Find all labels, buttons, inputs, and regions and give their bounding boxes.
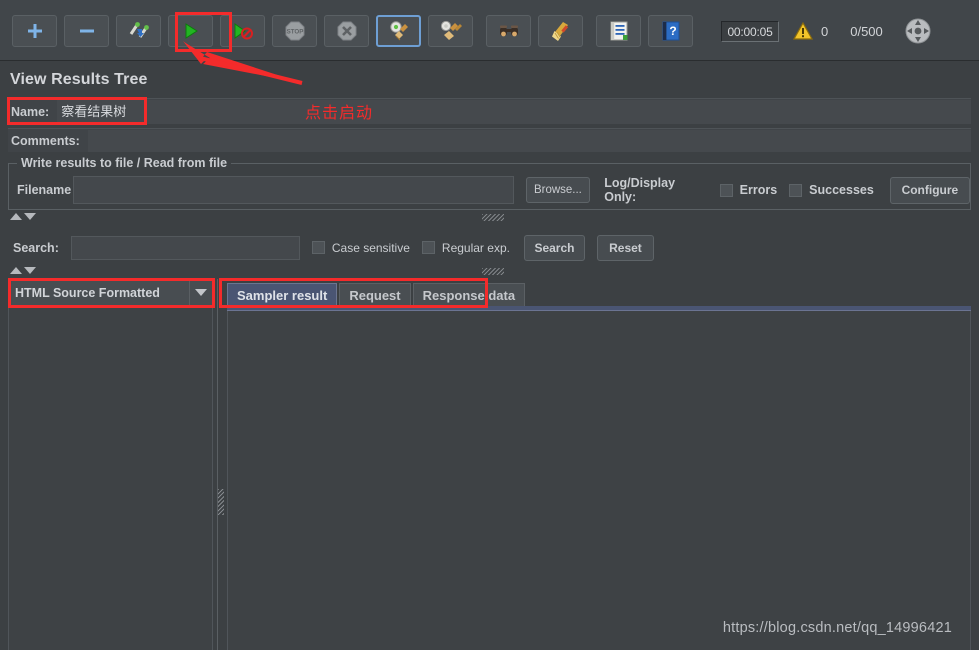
stop-icon: STOP bbox=[284, 20, 306, 42]
svg-text:STOP: STOP bbox=[286, 29, 303, 36]
end-icon bbox=[903, 16, 933, 46]
help-icon: ? bbox=[660, 20, 682, 42]
toolbar-remove-button[interactable] bbox=[64, 15, 109, 47]
errors-checkbox[interactable] bbox=[719, 183, 733, 197]
toolbar-shutdown-button[interactable] bbox=[324, 15, 369, 47]
shutdown-icon bbox=[336, 20, 358, 42]
renderer-combobox[interactable]: HTML Source Formatted bbox=[9, 280, 212, 306]
toolbar-add-button[interactable] bbox=[12, 15, 57, 47]
successes-checkbox[interactable] bbox=[789, 183, 803, 197]
sampler-detail-pane: Sampler result Request Response data htt… bbox=[227, 279, 971, 650]
split-collapse-arrows-bottom[interactable] bbox=[10, 267, 36, 274]
split-collapse-arrows-top[interactable] bbox=[10, 213, 36, 220]
name-row: Name: bbox=[8, 98, 971, 124]
write-results-group-title: Write results to file / Read from file bbox=[17, 156, 232, 170]
toolbar-start-button[interactable] bbox=[168, 15, 213, 47]
add-icon bbox=[25, 21, 45, 41]
successes-checkbox-wrap[interactable]: Successes bbox=[789, 183, 874, 197]
browse-button[interactable]: Browse... bbox=[525, 177, 591, 203]
function-helper-icon bbox=[608, 20, 630, 42]
jmeter-window: STOP ? 00:00:05 0 0/500 View Results Tre… bbox=[0, 0, 979, 650]
successes-label: Successes bbox=[809, 183, 874, 197]
search-input[interactable] bbox=[70, 235, 300, 260]
active-thread-count: 0/500 bbox=[850, 23, 883, 39]
toolbar-clear-button[interactable] bbox=[376, 15, 421, 47]
comments-input[interactable] bbox=[87, 129, 971, 152]
split-grip-bottom[interactable] bbox=[482, 268, 504, 275]
detail-content[interactable]: https://blog.csdn.net/qq_14996421 bbox=[227, 311, 971, 650]
toolbar-start-no-pauses-button[interactable] bbox=[220, 15, 265, 47]
regular-exp-checkbox-wrap[interactable]: Regular exp. bbox=[421, 240, 510, 255]
collapse-down-icon[interactable] bbox=[24, 213, 36, 220]
case-sensitive-checkbox-wrap[interactable]: Case sensitive bbox=[311, 240, 410, 255]
chevron-down-icon[interactable] bbox=[189, 280, 212, 305]
errors-checkbox-wrap[interactable]: Errors bbox=[719, 183, 778, 197]
toolbar-stop-button[interactable]: STOP bbox=[272, 15, 317, 47]
tab-response-data[interactable]: Response data bbox=[412, 283, 526, 307]
results-tree-pane: HTML Source Formatted bbox=[8, 279, 213, 650]
collapse-up-icon[interactable] bbox=[10, 213, 22, 220]
regular-exp-checkbox[interactable] bbox=[421, 241, 435, 254]
vertical-split-divider[interactable] bbox=[215, 279, 227, 650]
toolbar-clear-all-button[interactable] bbox=[428, 15, 473, 47]
toolbar-search-button[interactable] bbox=[486, 15, 531, 47]
toolbar-function-helper-button[interactable] bbox=[596, 15, 641, 47]
annotation-click-to-start: 点击启动 bbox=[305, 103, 374, 122]
page-title: View Results Tree bbox=[10, 71, 148, 88]
split-divider-top[interactable] bbox=[2, 212, 977, 223]
search-label: Search: bbox=[13, 240, 59, 255]
search-button[interactable]: Search bbox=[523, 234, 585, 261]
log-display-only-label: Log/Display Only: bbox=[604, 176, 676, 204]
results-tree-list[interactable] bbox=[9, 306, 212, 650]
comments-label: Comments: bbox=[11, 133, 80, 148]
case-sensitive-label: Case sensitive bbox=[331, 240, 410, 255]
write-results-group: Write results to file / Read from file F… bbox=[8, 156, 971, 210]
warning-count: 0 bbox=[821, 23, 829, 39]
toggle-icon bbox=[128, 21, 150, 41]
split-divider-bottom[interactable] bbox=[2, 266, 977, 277]
search-reset-icon bbox=[550, 20, 572, 42]
errors-label: Errors bbox=[739, 183, 778, 197]
detail-tabstrip: Sampler result Request Response data bbox=[227, 281, 527, 307]
remove-icon bbox=[77, 21, 97, 41]
main-toolbar: STOP ? 00:00:05 0 0/500 bbox=[0, 0, 979, 61]
clear-icon bbox=[387, 20, 411, 42]
tab-request[interactable]: Request bbox=[339, 283, 411, 307]
regular-exp-label: Regular exp. bbox=[441, 240, 510, 255]
elapsed-timer: 00:00:05 bbox=[721, 20, 779, 42]
filename-input[interactable] bbox=[73, 176, 514, 204]
start-no-pauses-icon bbox=[232, 21, 254, 41]
divider-grip[interactable] bbox=[218, 489, 224, 515]
divider-line bbox=[217, 279, 218, 650]
split-grip-top[interactable] bbox=[482, 214, 504, 221]
tab-sampler-result[interactable]: Sampler result bbox=[227, 283, 338, 307]
watermark-text: https://blog.csdn.net/qq_14996421 bbox=[722, 620, 952, 636]
comments-row: Comments: bbox=[8, 128, 971, 152]
toolbar-toggle-button[interactable] bbox=[116, 15, 161, 47]
clear-all-icon bbox=[439, 20, 463, 42]
configure-button[interactable]: Configure bbox=[889, 176, 970, 204]
warning-icon bbox=[793, 22, 813, 40]
renderer-selected-value: HTML Source Formatted bbox=[15, 285, 160, 300]
toolbar-end-button[interactable] bbox=[903, 16, 933, 46]
results-view-area: HTML Source Formatted Sampler result Req… bbox=[8, 279, 971, 650]
toolbar-search-reset-button[interactable] bbox=[538, 15, 583, 47]
name-label: Name: bbox=[11, 104, 50, 119]
start-icon bbox=[181, 21, 201, 41]
name-input[interactable] bbox=[57, 99, 971, 124]
collapse-down-icon[interactable] bbox=[24, 267, 36, 274]
reset-button[interactable]: Reset bbox=[596, 234, 654, 261]
search-icon bbox=[497, 22, 521, 40]
collapse-up-icon[interactable] bbox=[10, 267, 22, 274]
case-sensitive-checkbox[interactable] bbox=[311, 241, 325, 254]
warning-indicator[interactable]: 0 bbox=[793, 22, 828, 40]
filename-label: Filename bbox=[17, 183, 72, 197]
svg-text:?: ? bbox=[669, 24, 676, 38]
search-panel: Search: Case sensitive Regular exp. Sear… bbox=[8, 231, 971, 264]
toolbar-help-button[interactable]: ? bbox=[648, 15, 693, 47]
